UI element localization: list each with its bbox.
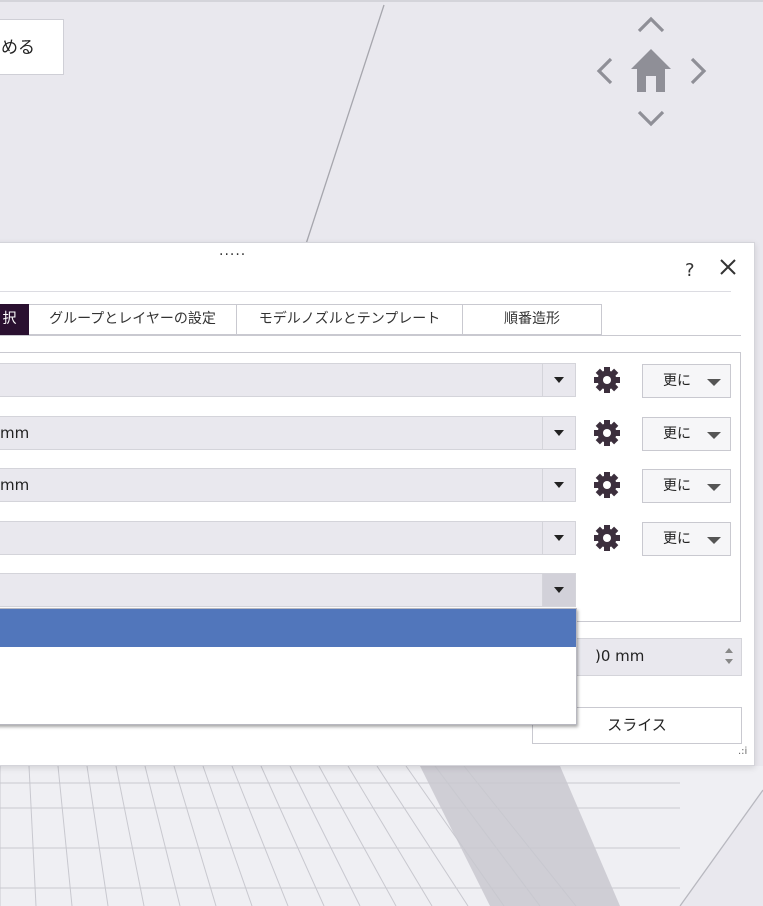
value-spinbox[interactable]: )0 mm	[577, 638, 742, 676]
more-button-label: 更に	[663, 373, 691, 389]
chevron-right-icon[interactable]	[690, 57, 707, 85]
gear-icon[interactable]	[593, 419, 621, 447]
tab-divider	[0, 335, 741, 336]
help-button[interactable]: ?	[685, 260, 695, 281]
setting-select-3[interactable]: mm	[0, 468, 576, 502]
caret-down-icon	[707, 537, 721, 544]
slice-settings-dialog: ····· ? 択 グループとレイヤーの設定 モデルノズルとテンプレート 順番造…	[0, 242, 755, 766]
tooltip-text: める	[1, 38, 35, 58]
tab-selection[interactable]: 択	[0, 304, 29, 335]
chevron-down-icon[interactable]	[637, 110, 665, 127]
dropdown-option-highlighted[interactable]	[0, 609, 576, 647]
chevron-up-icon[interactable]	[637, 16, 665, 33]
select-value: mm	[0, 424, 30, 442]
tab-bar: 択 グループとレイヤーの設定 モデルノズルとテンプレート 順番造形	[0, 304, 602, 335]
more-button[interactable]: 更に	[642, 417, 731, 451]
more-button-label: 更に	[663, 426, 691, 442]
setting-select-2[interactable]: mm	[0, 416, 576, 450]
setting-select-1[interactable]	[0, 363, 576, 397]
caret-down-icon	[707, 432, 721, 439]
caret-down-icon	[707, 379, 721, 386]
resize-grip[interactable]: .:i	[738, 747, 747, 757]
gear-icon[interactable]	[593, 524, 621, 552]
chevron-left-icon[interactable]	[596, 57, 613, 85]
dropdown-list	[0, 608, 577, 725]
home-icon[interactable]	[631, 49, 671, 92]
view-navigation[interactable]	[594, 14, 710, 130]
more-button[interactable]: 更に	[642, 469, 731, 503]
tab-sequential-printing[interactable]: 順番造形	[463, 304, 602, 335]
spinbox-value: )0 mm	[595, 647, 645, 665]
more-button[interactable]: 更に	[642, 522, 731, 556]
spin-up-icon[interactable]	[725, 648, 733, 653]
caret-down-icon	[707, 484, 721, 491]
drag-handle[interactable]: ·····	[219, 247, 246, 263]
more-button-label: 更に	[663, 478, 691, 494]
gear-icon[interactable]	[593, 471, 621, 499]
more-button-label: 更に	[663, 531, 691, 547]
dropdown-arrow-icon[interactable]	[542, 574, 575, 606]
dropdown-option[interactable]	[0, 647, 576, 685]
dropdown-arrow-icon[interactable]	[542, 522, 575, 554]
header-divider	[0, 291, 731, 292]
more-button[interactable]: 更に	[642, 364, 731, 398]
gear-icon[interactable]	[593, 366, 621, 394]
tooltip-box: める	[0, 19, 64, 75]
setting-select-open[interactable]	[0, 573, 576, 607]
tab-group-layer-settings[interactable]: グループとレイヤーの設定	[29, 304, 237, 335]
select-value: mm	[0, 476, 30, 494]
spin-down-icon[interactable]	[725, 659, 733, 664]
dropdown-arrow-icon[interactable]	[542, 417, 575, 449]
close-icon[interactable]	[718, 257, 738, 281]
setting-select-4[interactable]	[0, 521, 576, 555]
dropdown-arrow-icon[interactable]	[542, 364, 575, 396]
dropdown-arrow-icon[interactable]	[542, 469, 575, 501]
tab-model-nozzle-template[interactable]: モデルノズルとテンプレート	[237, 304, 463, 335]
